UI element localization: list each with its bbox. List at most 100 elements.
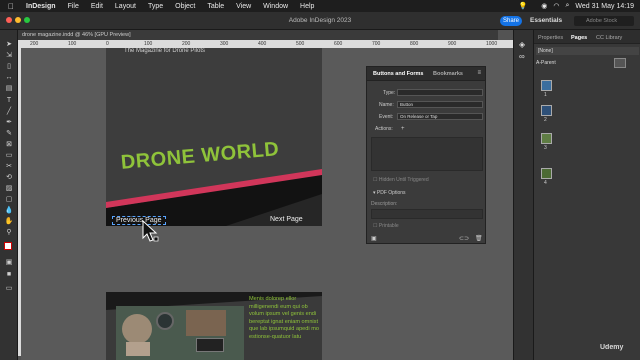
ruler-mark: 500: [296, 41, 305, 47]
scissors-tool-icon[interactable]: ✂: [4, 162, 14, 171]
menu-help[interactable]: Help: [294, 3, 320, 10]
udemy-watermark: Udemy: [600, 344, 624, 351]
none-parent-row[interactable]: [None]: [536, 47, 639, 55]
tab-buttons-forms[interactable]: Buttons and Forms: [373, 71, 423, 77]
page-number: 4: [544, 180, 547, 186]
hidden-until-triggered-checkbox[interactable]: ☐ Hidden Until Triggered: [373, 177, 429, 183]
pdf-options-toggle[interactable]: ▾ PDF Options: [373, 190, 406, 196]
ruler-mark: 900: [448, 41, 457, 47]
page-number: 1: [544, 92, 547, 98]
panel-menu-icon[interactable]: ≡: [477, 70, 481, 76]
actions-list[interactable]: [371, 137, 483, 171]
description-field[interactable]: [371, 209, 483, 219]
convert-to-object-icon[interactable]: ▣: [371, 235, 377, 242]
clock-text[interactable]: Wed 31 May 14:19: [575, 3, 634, 10]
menu-file[interactable]: File: [62, 3, 85, 10]
content-collector-icon[interactable]: ▤: [4, 84, 14, 93]
app-titlebar: Adobe InDesign 2023 Share Essentials Ado…: [0, 12, 640, 30]
pen-tool-icon[interactable]: ✒: [4, 118, 14, 127]
type-dropdown[interactable]: [397, 89, 483, 96]
page-tool-icon[interactable]: ▯: [4, 62, 14, 71]
a-parent-row[interactable]: A-Parent: [536, 60, 556, 66]
rectangle-frame-tool-icon[interactable]: ⊠: [4, 140, 14, 149]
page-2-thumbnail[interactable]: [541, 105, 552, 116]
menu-table[interactable]: Table: [201, 3, 230, 10]
pencil-tool-icon[interactable]: ✎: [4, 129, 14, 138]
fill-stroke-swatch-icon[interactable]: [4, 242, 14, 251]
share-button[interactable]: Share: [500, 16, 522, 26]
page-1-thumbnail[interactable]: [541, 80, 552, 91]
ruler-mark: 200: [30, 41, 39, 47]
document-tab[interactable]: drone magazine.indd @ 46% [GPU Preview]: [18, 30, 498, 40]
note-tool-icon[interactable]: ▢: [4, 195, 14, 204]
wifi-icon[interactable]: ◠: [553, 2, 559, 10]
description-label: Description:: [371, 201, 398, 207]
ruler-mark: 1000: [486, 41, 498, 47]
printable-checkbox[interactable]: ☐ Printable: [373, 223, 399, 229]
app-menu[interactable]: InDesign: [20, 3, 62, 10]
name-label: Name:: [379, 102, 394, 108]
ruler-mark: 300: [220, 41, 229, 47]
workspace-switcher[interactable]: Essentials: [530, 17, 562, 24]
line-tool-icon[interactable]: ╱: [4, 107, 14, 116]
menu-layout[interactable]: Layout: [109, 3, 142, 10]
panel-header: Buttons and Forms Bookmarks ≡: [367, 67, 485, 81]
menu-object[interactable]: Object: [169, 3, 201, 10]
formatting-affects-icon[interactable]: ▣: [4, 258, 14, 267]
diagonal-stripes-graphic: [106, 169, 322, 226]
zoom-tool-icon[interactable]: ⚲: [4, 228, 14, 237]
menu-view[interactable]: View: [230, 3, 257, 10]
menu-window[interactable]: Window: [257, 3, 294, 10]
links-icon[interactable]: ∞: [519, 52, 525, 61]
pages-panel-tabs: Properties Pages CC Library: [534, 30, 640, 44]
printable-label: Printable: [378, 223, 399, 229]
pages-panel: Properties Pages CC Library [None] A-Par…: [533, 30, 640, 360]
layers-icon[interactable]: ◈: [519, 40, 525, 49]
page-4-thumbnail[interactable]: [541, 168, 552, 179]
free-transform-tool-icon[interactable]: ⟲: [4, 173, 14, 182]
gradient-tool-icon[interactable]: ▨: [4, 184, 14, 193]
lightbulb-icon[interactable]: 💡: [519, 2, 528, 10]
ruler-mark: 600: [334, 41, 343, 47]
search-icon[interactable]: ⌕: [565, 2, 569, 10]
adobe-stock-search[interactable]: Adobe Stock: [574, 16, 634, 26]
apply-color-icon[interactable]: ■: [4, 270, 14, 279]
buttons-forms-panel: Buttons and Forms Bookmarks ≡ Type: Name…: [366, 66, 486, 244]
gap-tool-icon[interactable]: ↔: [4, 73, 14, 82]
horizontal-ruler: 200 100 0 100 200 300 400 500 600 700 80…: [18, 40, 513, 48]
mouse-cursor-icon: [142, 220, 159, 242]
page-3-thumbnail[interactable]: [541, 133, 552, 144]
trash-icon[interactable]: 🗑: [475, 235, 483, 242]
next-page-button[interactable]: Next Page: [270, 216, 303, 223]
control-center-icon[interactable]: ◉: [541, 2, 547, 10]
tab-properties[interactable]: Properties: [538, 35, 563, 41]
ruler-mark: 800: [410, 41, 419, 47]
spread-page-2[interactable]: Menis dolorep ellor milligenendi eum qui…: [106, 292, 322, 360]
a-parent-thumbnail[interactable]: [614, 58, 626, 68]
spread-page-1[interactable]: The Magazine for Drone Pilots DRONE WORL…: [106, 48, 322, 226]
ruler-mark: 700: [372, 41, 381, 47]
tab-pages[interactable]: Pages: [571, 35, 587, 41]
tab-bookmarks[interactable]: Bookmarks: [433, 71, 463, 77]
name-field[interactable]: Button: [397, 101, 483, 108]
body-text: Menis dolorep ellor milligenendi eum qui…: [249, 296, 319, 340]
link-icon[interactable]: ⊂⊃: [459, 235, 469, 242]
drone-photo[interactable]: [116, 306, 244, 360]
selection-tool-icon[interactable]: ➤: [4, 40, 14, 49]
pdf-options-label: PDF Options: [376, 190, 406, 196]
type-tool-icon[interactable]: T: [4, 96, 14, 105]
rectangle-tool-icon[interactable]: ▭: [4, 151, 14, 160]
apple-menu-icon[interactable]: : [0, 2, 20, 11]
menu-type[interactable]: Type: [142, 3, 169, 10]
direct-selection-tool-icon[interactable]: ⇲: [4, 51, 14, 60]
menu-edit[interactable]: Edit: [85, 3, 109, 10]
add-action-button[interactable]: +: [401, 126, 405, 132]
tab-cc-library[interactable]: CC Library: [596, 35, 622, 41]
type-label: Type:: [383, 90, 396, 96]
tools-panel: ➤ ⇲ ▯ ↔ ▤ T ╱ ✒ ✎ ⊠ ▭ ✂ ⟲ ▨ ▢ 💧 ✋ ⚲ ▣ ■ …: [0, 30, 18, 360]
eyedropper-tool-icon[interactable]: 💧: [4, 206, 14, 215]
event-dropdown[interactable]: On Release or Tap: [397, 113, 483, 120]
hand-tool-icon[interactable]: ✋: [4, 217, 14, 226]
event-label: Event:: [379, 114, 394, 120]
screen-mode-icon[interactable]: ▭: [4, 284, 14, 293]
